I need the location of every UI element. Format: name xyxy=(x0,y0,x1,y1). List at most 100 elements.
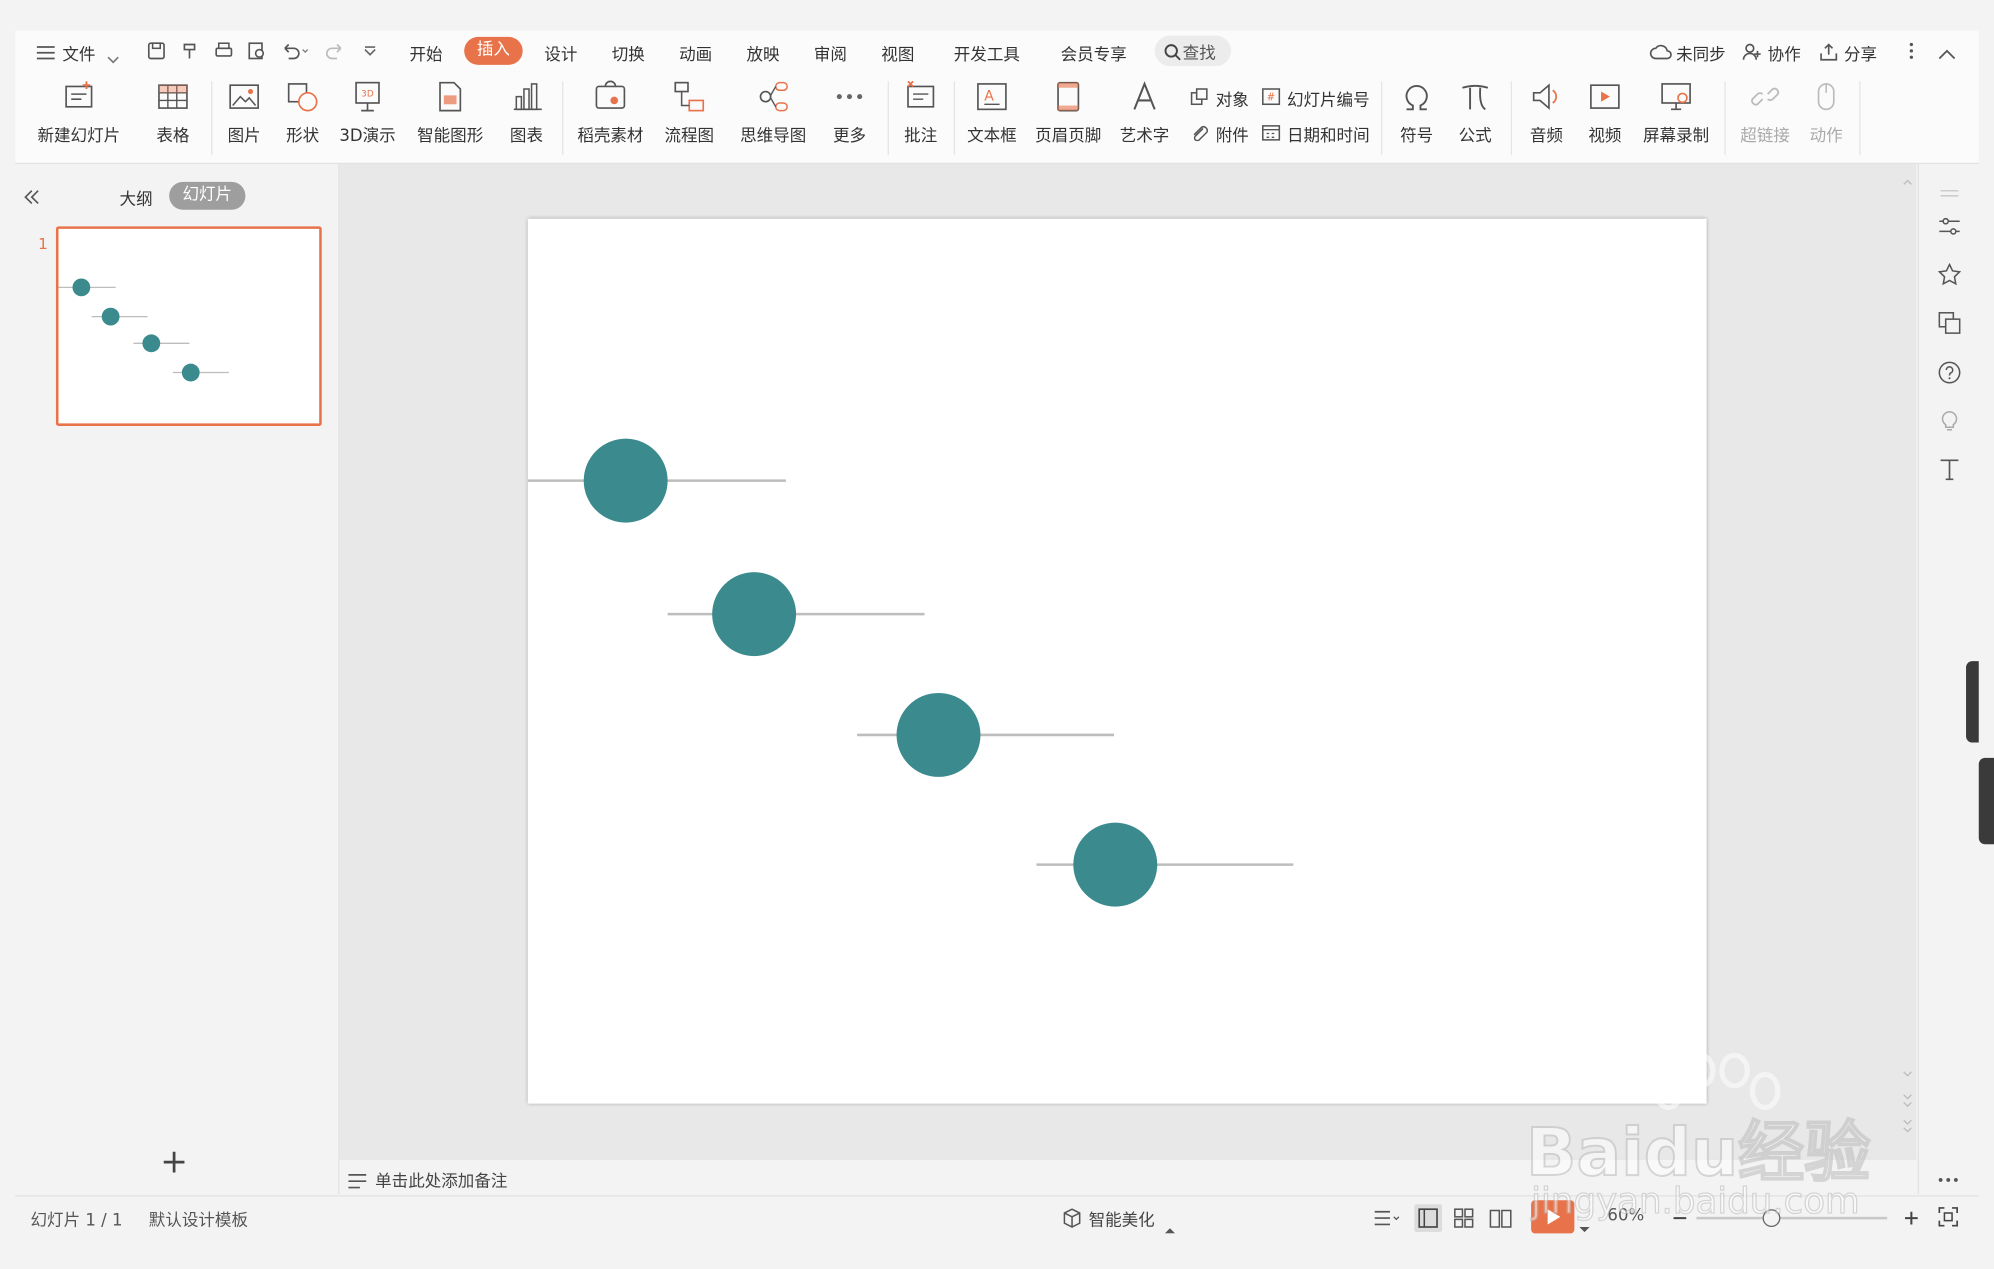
hamburger-menu-icon[interactable] xyxy=(36,42,56,66)
tab-member[interactable]: 会员专享 xyxy=(1061,41,1127,65)
tab-transition[interactable]: 切换 xyxy=(612,41,645,65)
beautify-button[interactable]: 智能美化 xyxy=(1089,1207,1155,1231)
attachment-icon[interactable] xyxy=(1190,122,1208,146)
notes-toggle-icon[interactable] xyxy=(1373,1208,1401,1233)
slide-number-icon[interactable]: # xyxy=(1262,86,1281,110)
reading-view-icon[interactable] xyxy=(1489,1208,1512,1233)
timeline-dot-3[interactable] xyxy=(896,692,981,777)
datetime-button[interactable]: 日期和时间 xyxy=(1287,122,1370,146)
flowchart-label: 流程图 xyxy=(664,127,715,147)
chart-label: 图表 xyxy=(509,127,544,147)
slide-number-button[interactable]: 幻灯片编号 xyxy=(1287,86,1370,111)
smartart-button[interactable]: 智能图形 xyxy=(409,79,490,146)
save-icon[interactable] xyxy=(146,41,166,66)
collapse-ribbon-icon[interactable] xyxy=(1938,42,1956,66)
timeline-dot-2[interactable] xyxy=(712,572,797,657)
fit-window-icon[interactable] xyxy=(1938,1207,1958,1232)
search-box[interactable]: 查找 xyxy=(1154,35,1232,67)
material-icon xyxy=(595,80,626,109)
tab-slides[interactable]: 幻灯片 xyxy=(169,181,246,210)
shape-button[interactable]: 形状 xyxy=(277,79,328,146)
object-button[interactable]: 对象 xyxy=(1216,86,1249,111)
file-menu[interactable]: 文件 xyxy=(62,41,95,65)
table-button[interactable]: 表格 xyxy=(148,79,199,146)
cloud-sync-icon[interactable] xyxy=(1649,42,1672,66)
textbox-button[interactable]: A 文本框 xyxy=(959,79,1025,146)
more-button[interactable]: 更多 xyxy=(822,79,878,146)
undo-icon[interactable] xyxy=(280,41,311,66)
template-name[interactable]: 默认设计模板 xyxy=(149,1207,248,1231)
tab-review[interactable]: 审阅 xyxy=(814,41,847,65)
hyperlink-button[interactable]: 超链接 xyxy=(1732,79,1798,146)
chevron-down-icon[interactable] xyxy=(107,46,120,70)
side-widget-handle[interactable] xyxy=(1966,661,1979,743)
tab-animation[interactable]: 动画 xyxy=(679,41,712,65)
properties-icon[interactable] xyxy=(1938,215,1961,243)
mindmap-button[interactable]: 思维导图 xyxy=(732,79,813,146)
symbol-button[interactable]: 符号 xyxy=(1389,79,1445,146)
timeline-dot-1[interactable] xyxy=(583,438,668,523)
video-button[interactable]: 视频 xyxy=(1577,79,1633,146)
watermark: Baidu经验 jingyan.baidu.com xyxy=(1525,1052,1908,1231)
picture-button[interactable]: 图片 xyxy=(219,79,270,146)
svg-text:#: # xyxy=(1267,92,1276,103)
tab-insert[interactable]: 插入 xyxy=(464,36,523,65)
beautify-caret-icon[interactable] xyxy=(1164,1214,1176,1238)
audio-button[interactable]: 音频 xyxy=(1518,79,1574,146)
share-button[interactable]: 分享 xyxy=(1844,41,1877,65)
flowchart-button[interactable]: 流程图 xyxy=(656,79,722,146)
timeline-dot-4[interactable] xyxy=(1073,822,1158,907)
hyperlink-label: 超链接 xyxy=(1740,127,1790,147)
vertical-scrollbar[interactable] xyxy=(1900,174,1915,1140)
customize-toolbar-icon[interactable] xyxy=(361,42,379,66)
material-button[interactable]: 稻壳素材 xyxy=(572,79,648,146)
notes-placeholder[interactable]: 单击此处添加备注 xyxy=(375,1167,507,1191)
slide-canvas[interactable] xyxy=(527,218,1707,1104)
action-button[interactable]: 动作 xyxy=(1801,79,1852,146)
wordart-button[interactable]: 艺术字 xyxy=(1111,79,1177,146)
new-slide-button[interactable]: 新建幻灯片 xyxy=(31,79,128,146)
chart-button[interactable]: 图表 xyxy=(501,79,552,146)
collaborate-icon[interactable] xyxy=(1742,42,1762,66)
print-preview-icon[interactable] xyxy=(247,41,267,66)
header-footer-button[interactable]: 页眉页脚 xyxy=(1033,79,1104,146)
tab-slideshow[interactable]: 放映 xyxy=(746,41,779,65)
3d-demo-button[interactable]: 3D 3D演示 xyxy=(336,79,400,146)
beautify-icon[interactable] xyxy=(1062,1208,1082,1233)
tab-developer[interactable]: 开发工具 xyxy=(954,41,1020,65)
collaborate-button[interactable]: 协作 xyxy=(1768,41,1801,65)
tab-design[interactable]: 设计 xyxy=(544,41,577,65)
attachment-button[interactable]: 附件 xyxy=(1216,122,1249,146)
more-tools-icon[interactable] xyxy=(1937,1165,1960,1189)
help-icon[interactable] xyxy=(1938,361,1961,389)
share-icon[interactable] xyxy=(1819,42,1839,66)
side-widget-handle-2[interactable] xyxy=(1978,757,1994,845)
slide-thumbnail[interactable] xyxy=(55,226,322,426)
sorter-view-icon[interactable] xyxy=(1454,1208,1474,1233)
more-icon xyxy=(836,94,863,100)
comment-button[interactable]: 批注 xyxy=(895,79,946,146)
tab-view[interactable]: 视图 xyxy=(881,41,914,65)
tab-home[interactable]: 开始 xyxy=(409,41,442,65)
text-icon[interactable] xyxy=(1938,458,1961,486)
add-slide-button[interactable]: + xyxy=(160,1146,188,1179)
screen-record-button[interactable]: 屏幕录制 xyxy=(1638,79,1714,146)
collapse-panel-icon[interactable] xyxy=(23,186,41,210)
formula-button[interactable]: 公式 xyxy=(1447,79,1503,146)
datetime-icon[interactable] xyxy=(1262,122,1281,146)
tab-outline[interactable]: 大纲 xyxy=(120,186,153,210)
smartart-label: 智能图形 xyxy=(417,127,484,147)
redo-icon[interactable] xyxy=(326,41,346,66)
star-icon[interactable] xyxy=(1937,262,1962,291)
lightbulb-icon[interactable] xyxy=(1938,409,1961,437)
object-icon[interactable] xyxy=(1190,86,1208,110)
new-slide-label: 新建幻灯片 xyxy=(37,127,121,147)
slide-switch-icon[interactable] xyxy=(1938,312,1961,340)
print-icon[interactable] xyxy=(214,41,234,66)
mindmap-icon xyxy=(759,81,788,112)
normal-view-icon[interactable] xyxy=(1414,1204,1443,1237)
more-options-icon[interactable] xyxy=(1908,41,1916,66)
search-label: 查找 xyxy=(1182,44,1216,64)
format-painter-icon[interactable] xyxy=(181,41,201,66)
sync-status[interactable]: 未同步 xyxy=(1676,41,1726,65)
